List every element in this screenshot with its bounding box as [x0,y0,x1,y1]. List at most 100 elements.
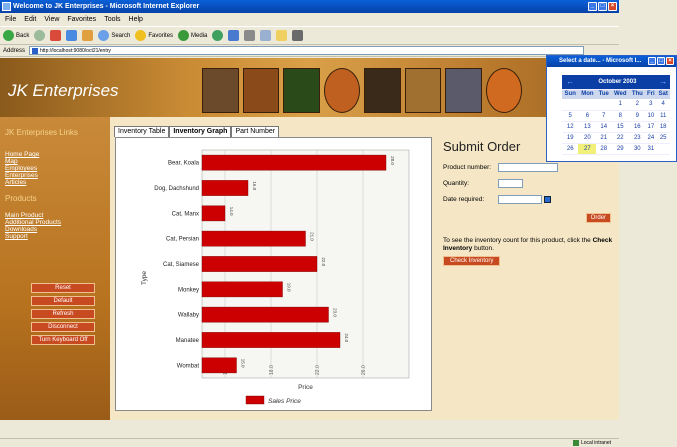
folder-icon[interactable] [276,30,288,41]
check-inventory-button[interactable]: Check Inventory [443,256,501,266]
stop-icon[interactable] [50,30,62,41]
sidebar-link-support[interactable]: Support [5,233,110,240]
menu-view[interactable]: View [44,16,59,26]
turn-keyboard-off-button[interactable]: Turn Keyboard Off [31,335,95,345]
forward-arrow-icon[interactable] [34,30,46,41]
calendar-day[interactable]: 16 [629,121,646,133]
edit-icon[interactable] [260,30,272,41]
category-label: Wallaby [178,313,199,319]
y-axis-title: Type [141,271,148,285]
value-label: 21.0 [310,232,315,241]
legend-label: Sales Price [268,398,301,405]
calendar-day[interactable]: 6 [578,110,597,122]
calendar-day[interactable]: 12 [562,121,579,133]
menu-edit[interactable]: Edit [24,16,36,26]
disconnect-button[interactable]: Disconnect [31,322,95,332]
mail-icon[interactable] [228,30,240,41]
date-required-input[interactable] [498,195,542,204]
reset-button[interactable]: Reset [31,283,95,293]
weekday-header: Sat [656,89,670,99]
minimize-button[interactable]: _ [588,2,597,11]
calendar-day[interactable]: 20 [578,132,597,144]
menu-help[interactable]: Help [129,16,143,26]
home-icon[interactable] [82,30,94,41]
menu-tools[interactable]: Tools [104,16,120,26]
media-button[interactable]: Media [178,30,207,41]
menu-file[interactable]: File [5,16,16,26]
tab-inventory-table[interactable]: Inventory Table [114,126,170,137]
calendar-day[interactable]: 26 [562,143,579,155]
sidebar-link-main-product[interactable]: Main Product [5,212,110,219]
x-tick-label: 18.0 [269,365,275,375]
next-month-button[interactable]: → [656,75,670,90]
close-button[interactable]: × [608,2,617,11]
calendar-day[interactable]: 2 [629,99,646,111]
calendar-day[interactable]: 15 [611,121,630,133]
favorites-button[interactable]: Favorites [135,30,173,41]
prev-month-button[interactable]: ← [562,75,579,90]
back-button[interactable]: Back [3,30,29,41]
calendar-day[interactable]: 25 [656,132,670,144]
calendar-grid: ← October 2003 → Sun Mon Tue Wed Thu Fri Sat 1… [562,75,670,155]
calendar-day[interactable]: 30 [629,143,646,155]
calendar-day[interactable]: 1 [611,99,630,111]
calendar-day[interactable]: 28 [596,143,612,155]
calendar-day[interactable]: 9 [629,110,646,122]
calendar-day[interactable]: 17 [645,121,657,133]
calendar-day[interactable]: 29 [611,143,630,155]
page-icon [32,47,39,54]
messenger-icon[interactable] [292,30,304,41]
calendar-week-row: 1234 [562,99,670,111]
refresh-button[interactable]: Refresh [31,309,95,319]
calendar-day[interactable]: 10 [645,110,657,122]
popup-minimize-button[interactable]: _ [648,57,656,65]
calendar-day[interactable]: 31 [645,143,657,155]
calendar-icon[interactable] [544,196,551,203]
value-label: 22.0 [321,257,326,266]
sidebar-products-heading: Products [5,194,37,203]
calendar-day[interactable]: 4 [656,99,670,111]
history-icon[interactable] [212,30,224,41]
value-label: 23.0 [333,308,338,317]
calendar-day[interactable]: 22 [611,132,630,144]
sidebar-link-articles[interactable]: Articles [5,179,110,186]
calendar-day[interactable]: 18 [656,121,670,133]
popup-maximize-button[interactable]: □ [657,57,665,65]
weekday-header: Tue [596,89,612,99]
sidebar-link-map[interactable]: Map [5,158,110,165]
calendar-week-row: 5 6 7 8 9 10 11 [562,110,670,122]
calendar-day[interactable]: 8 [611,110,630,122]
print-icon[interactable] [244,30,256,41]
tab-inventory-graph[interactable]: Inventory Graph [169,126,232,137]
calendar-day[interactable]: 23 [629,132,646,144]
calendar-day[interactable]: 7 [596,110,612,122]
menu-favorites[interactable]: Favorites [67,16,96,26]
default-button[interactable]: Default [31,296,95,306]
maximize-button[interactable]: □ [598,2,607,11]
calendar-day[interactable]: 24 [645,132,657,144]
calendar-day[interactable]: 13 [578,121,597,133]
sidebar-link-enterprises[interactable]: Enterprises [5,172,110,179]
sidebar-link-employees[interactable]: Employees [5,165,110,172]
tab-part-number[interactable]: Part Number [231,126,280,137]
calendar-day[interactable]: 14 [596,121,612,133]
sidebar-link-additional-products[interactable]: Additional Products [5,219,110,226]
calendar-day[interactable]: 11 [656,110,670,122]
calendar-day[interactable]: 21 [596,132,612,144]
calendar-day[interactable]: 3 [645,99,657,111]
quantity-input[interactable] [498,179,523,188]
search-button[interactable]: Search [98,30,130,41]
calendar-day[interactable]: 5 [562,110,579,122]
order-button[interactable]: Order [585,213,611,223]
category-label: Cat, Manx [172,211,199,217]
menu-bar: File Edit View Favorites Tools Help [0,13,619,26]
product-number-input[interactable] [498,163,558,172]
calendar-day[interactable]: 27 [578,143,597,155]
refresh-icon[interactable] [66,30,78,41]
sidebar-link-downloads[interactable]: Downloads [5,226,110,233]
address-input[interactable]: http://localhost:9080/oct21/entry [29,46,585,55]
calendar-day[interactable]: 19 [562,132,579,144]
sidebar-link-home[interactable]: Home Page [5,151,110,158]
popup-close-button[interactable]: × [666,57,674,65]
date-required-label: Date required: [443,196,485,203]
